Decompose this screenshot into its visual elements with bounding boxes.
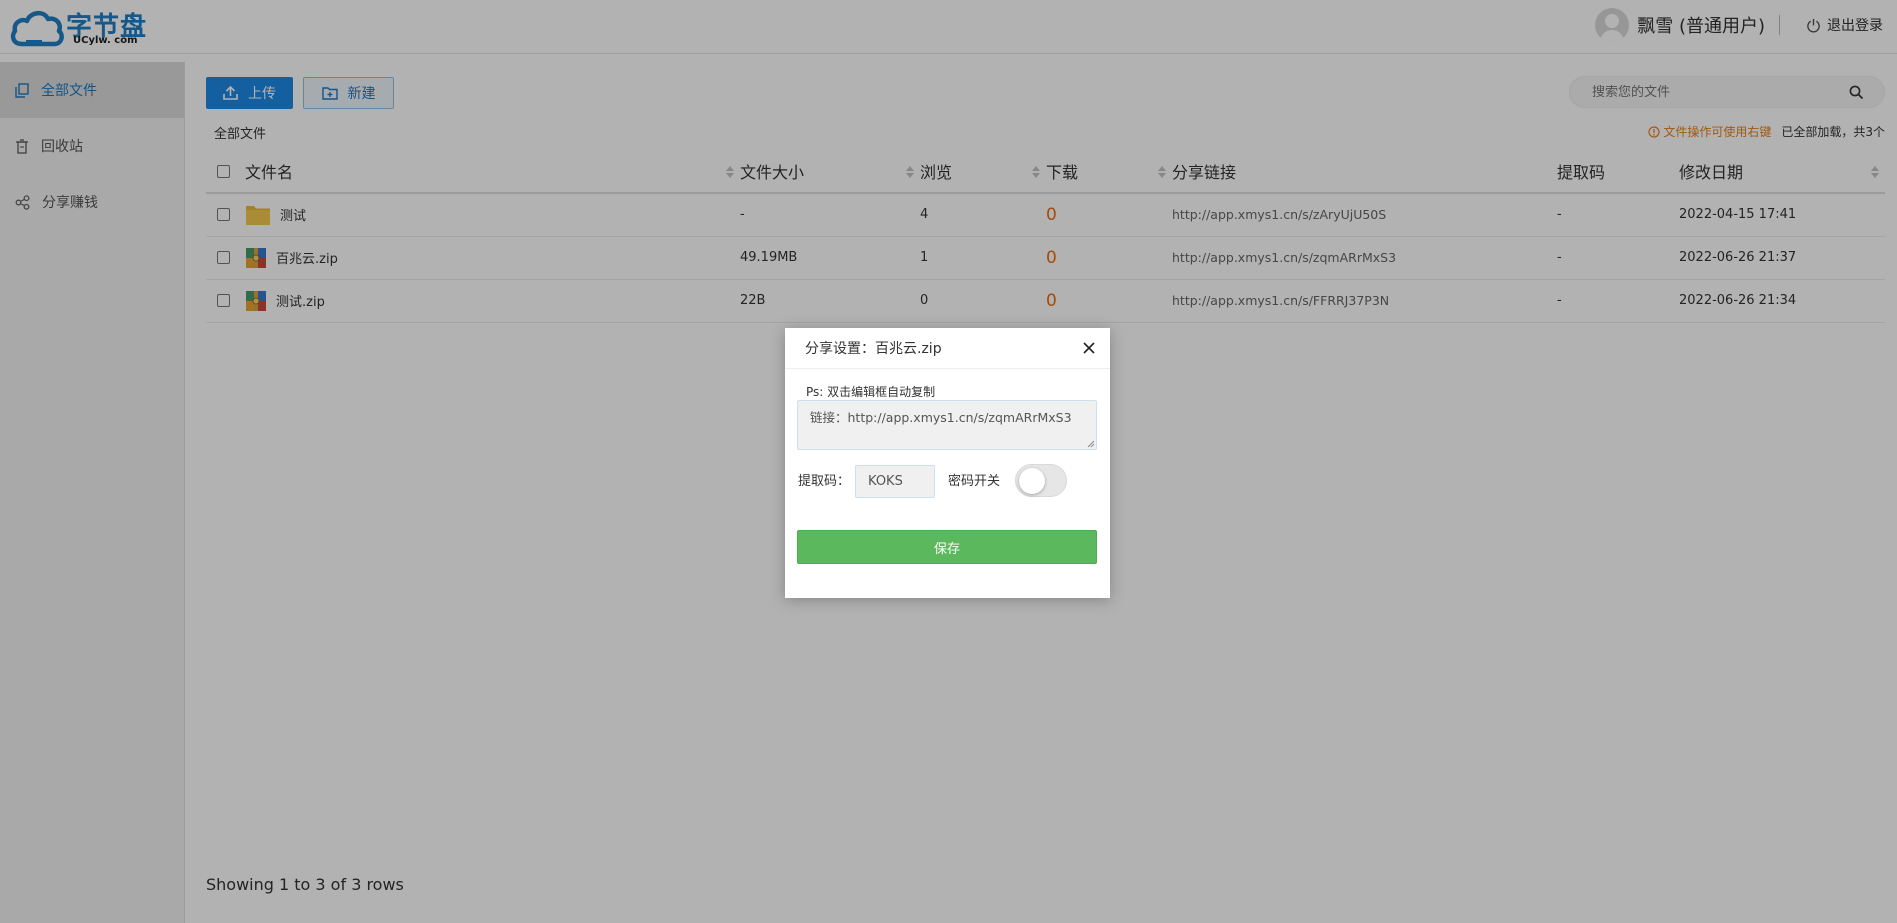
dialog-title: 分享设置：百兆云.zip — [805, 341, 942, 357]
close-icon[interactable] — [1082, 341, 1096, 355]
share-settings-dialog: 分享设置：百兆云.zip Ps: 双击编辑框自动复制 链接：http://app… — [785, 328, 1110, 598]
toggle-knob — [1019, 468, 1045, 494]
extract-code-label: 提取码： — [798, 474, 851, 489]
ps-note: Ps: 双击编辑框自动复制 — [806, 385, 936, 399]
save-button[interactable]: 保存 — [797, 530, 1097, 564]
extract-code-input[interactable] — [855, 465, 935, 498]
dialog-header: 分享设置：百兆云.zip — [785, 328, 1110, 369]
share-link-textarea[interactable]: 链接：http://app.xmys1.cn/s/zqmARrMxS3 — [797, 400, 1097, 450]
password-toggle[interactable] — [1015, 464, 1067, 497]
resize-grip-icon[interactable] — [1087, 440, 1095, 448]
password-switch-label: 密码开关 — [948, 474, 1001, 489]
